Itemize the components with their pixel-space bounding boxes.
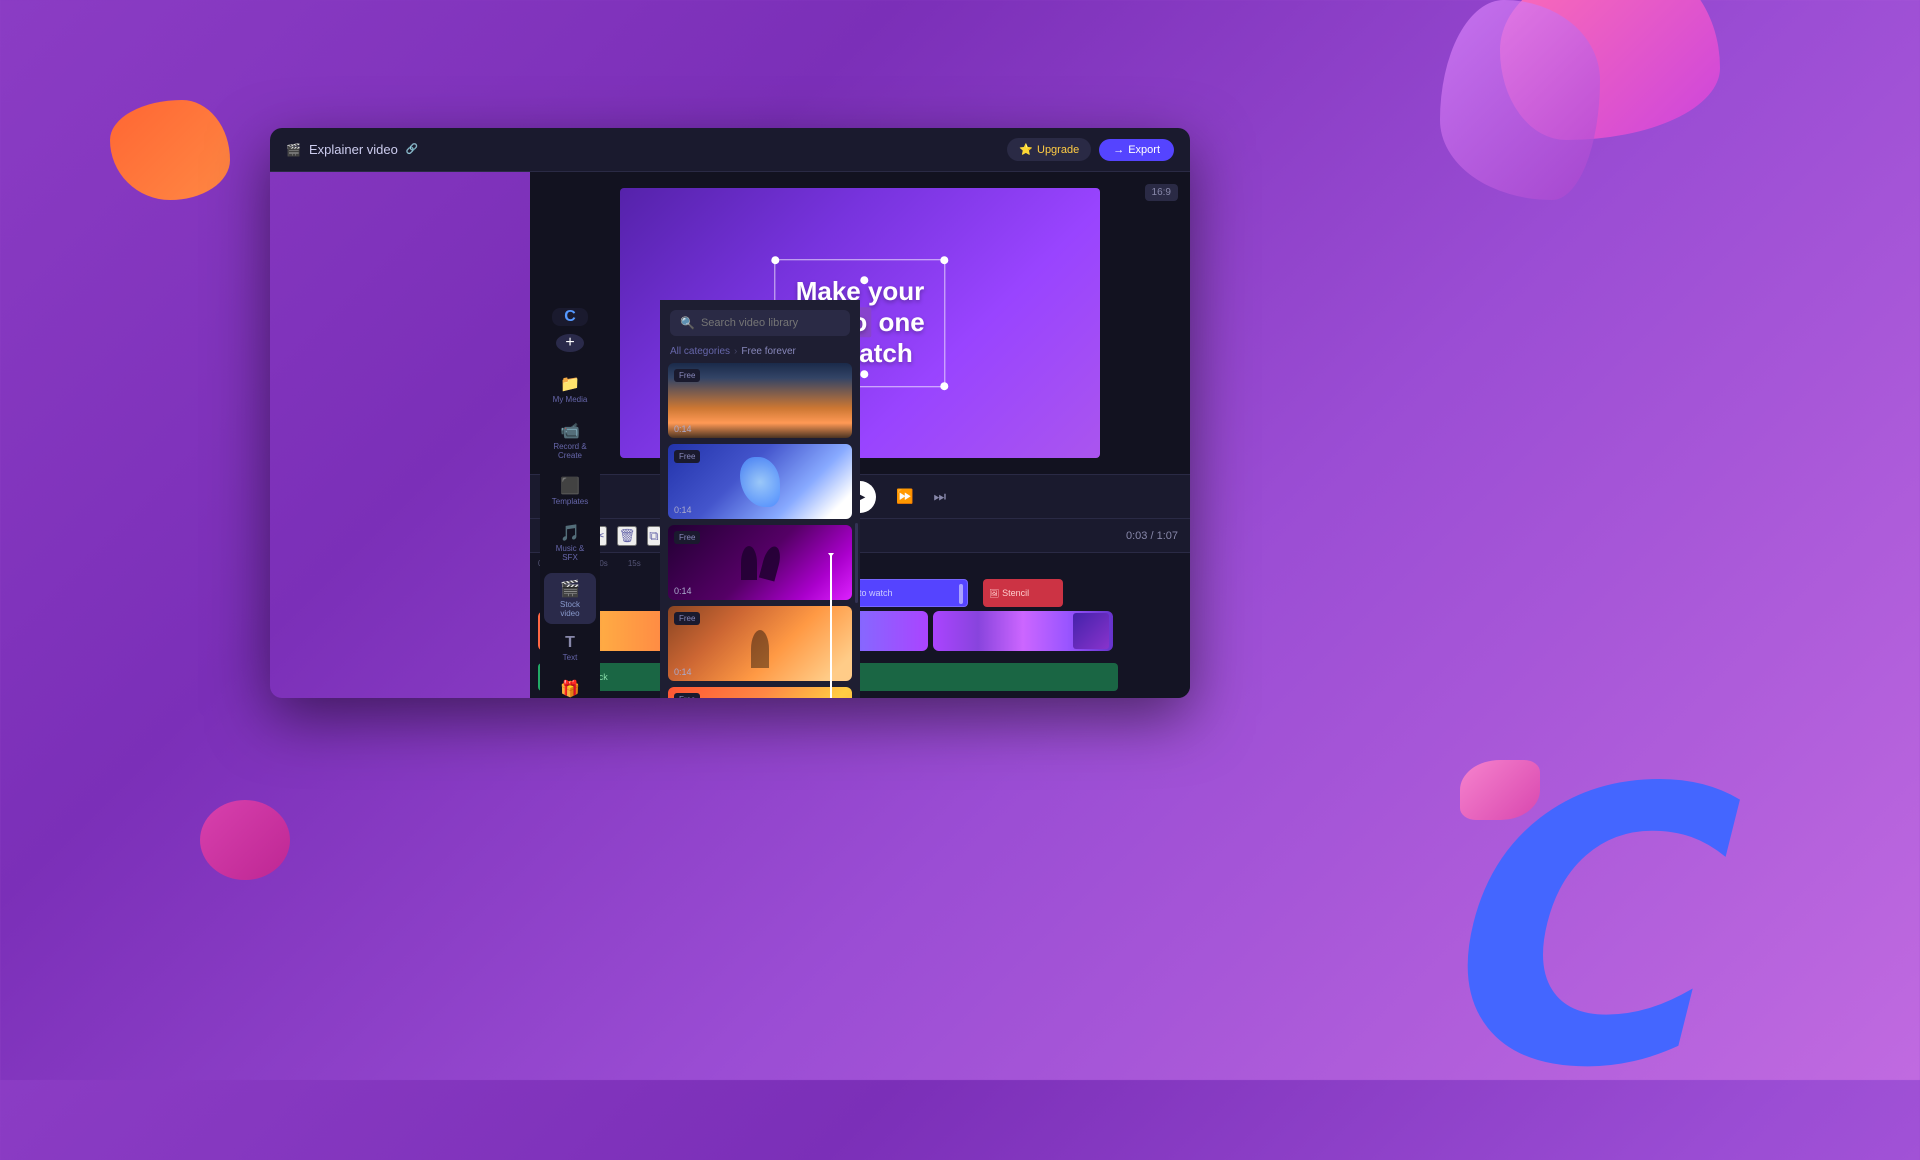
project-name-container: 🎬 Explainer video 🔗 — [286, 142, 418, 157]
music-icon: 🎵 — [560, 523, 580, 543]
track-row-video — [538, 613, 1182, 657]
project-lock-icon: 🔗 — [406, 144, 418, 155]
headline-line2: one — [878, 307, 924, 337]
bg-decoration-3 — [110, 100, 230, 200]
bg-decoration-1 — [1500, 0, 1720, 140]
timeline-content: 0s 5s 10s 15s 20s 25s 30s — [530, 553, 1190, 698]
canvas-area: 16:9 Make your video one to watch — [530, 172, 1190, 474]
duration-4: 0:14 — [674, 667, 692, 677]
templates-label: Templates — [552, 498, 588, 507]
copy-button[interactable]: ⧉ — [647, 526, 660, 546]
music-label: Music & SFX — [548, 545, 592, 563]
record-label: Record &Create — [553, 443, 586, 461]
breadcrumb-separator: › — [734, 346, 737, 357]
skip-to-end-button[interactable]: ⏭ — [933, 488, 946, 505]
editor-body: C + 📁 My Media 📹 Record &Create ⬛ Templa… — [270, 172, 1190, 698]
breadcrumb: All categories › Free forever — [660, 342, 860, 363]
timeline-area: ↩ ↪ ✂ 🗑 ⧉ ❐ 0:03 / 1:07 0s — [530, 518, 1190, 698]
stock-video-icon: 🎬 — [560, 579, 580, 599]
free-badge-2: Free — [674, 450, 700, 463]
sidebar-item-my-media[interactable]: 📁 My Media — [544, 368, 596, 411]
graphics-icon: 🎁 — [560, 679, 580, 698]
playback-bar: ⏮ ⏪ ▶ ⏩ ⏭ — [530, 474, 1190, 518]
header-actions: ⭐ Upgrade → Export — [1007, 138, 1174, 161]
video-clip-2[interactable] — [933, 611, 1113, 651]
breadcrumb-current: Free forever — [741, 346, 795, 357]
stencil-icon: 🖼 — [989, 589, 999, 598]
track-row-text: T Make your video one to watch 🖼 Stencil — [538, 577, 1182, 609]
bg-decoration-2 — [1440, 0, 1600, 200]
video-thumb-1[interactable]: Free 0:14 — [668, 363, 852, 438]
duration-1: 0:14 — [674, 424, 692, 434]
project-icon: 🎬 — [286, 143, 301, 157]
sidebar-item-graphics[interactable]: 🎁 Graphics &elements — [544, 673, 596, 698]
search-box: 🔍 — [670, 310, 850, 336]
sidebar-item-stock-video[interactable]: 🎬 Stockvideo — [544, 573, 596, 625]
sidebar-item-music-sfx[interactable]: 🎵 Music & SFX — [544, 517, 596, 569]
app-logo: C — [552, 308, 588, 326]
free-badge-4: Free — [674, 612, 700, 625]
free-badge-5: Free — [674, 693, 700, 698]
search-container: 🔍 — [660, 300, 860, 342]
clip-handle-right[interactable] — [959, 584, 963, 604]
video-thumb-5[interactable]: Free — [668, 687, 852, 698]
scroll-indicator — [855, 523, 858, 603]
video-thumb-3[interactable]: Free 0:14 — [668, 525, 852, 600]
upgrade-button[interactable]: ⭐ Upgrade — [1007, 138, 1091, 161]
handle-tl — [771, 256, 779, 264]
templates-icon: ⬛ — [560, 476, 580, 496]
free-badge-1: Free — [674, 369, 700, 382]
aspect-ratio-badge: 16:9 — [1145, 182, 1178, 200]
header-bar: 🎬 Explainer video 🔗 ⭐ Upgrade → Export — [270, 128, 1190, 172]
timeline-tracks: T Make your video one to watch 🖼 Stencil — [530, 573, 1190, 698]
sidebar-item-record-create[interactable]: 📹 Record &Create — [544, 415, 596, 467]
record-icon: 📹 — [560, 421, 580, 441]
handle-br — [941, 382, 949, 390]
add-button[interactable]: + — [556, 334, 584, 352]
export-button[interactable]: → Export — [1099, 139, 1174, 161]
timeline-ruler: 0s 5s 10s 15s 20s 25s 30s — [530, 553, 1190, 573]
text-icon: T — [565, 634, 575, 652]
video-thumb-preview-2 — [1073, 613, 1109, 649]
fast-forward-button[interactable]: ⏩ — [896, 488, 913, 505]
free-badge-3: Free — [674, 531, 700, 544]
text-label: Text — [563, 654, 578, 663]
duration-3: 0:14 — [674, 586, 692, 596]
handle-tr — [941, 256, 949, 264]
arrow-icon: → — [1113, 144, 1124, 156]
current-time: 0:03 — [1126, 530, 1147, 542]
stencil-clip[interactable]: 🖼 Stencil — [983, 579, 1063, 607]
video-thumb-2[interactable]: Free 0:14 — [668, 444, 852, 519]
project-name: Explainer video — [309, 142, 398, 157]
delete-button[interactable]: 🗑 — [617, 526, 638, 546]
breadcrumb-root[interactable]: All categories — [670, 346, 730, 357]
logo-letter: C — [564, 308, 576, 326]
star-icon: ⭐ — [1019, 143, 1033, 156]
bg-pink-shape — [1460, 760, 1540, 820]
playhead[interactable] — [830, 553, 832, 698]
my-media-icon: 📁 — [560, 374, 580, 394]
sidebar: C + 📁 My Media 📹 Record &Create ⬛ Templa… — [540, 300, 600, 698]
video-thumb-4[interactable]: Free 0:14 — [668, 606, 852, 681]
main-content: 16:9 Make your video one to watch — [530, 172, 1190, 698]
bg-decoration-4 — [200, 800, 290, 880]
timeline-time: 0:03 / 1:07 — [1126, 530, 1178, 542]
my-media-label: My Media — [553, 396, 588, 405]
stock-video-label: Stockvideo — [560, 601, 580, 619]
editor-window: 🎬 Explainer video 🔗 ⭐ Upgrade → Export C… — [270, 128, 1190, 698]
track-row-music: 🎵 Music track — [538, 661, 1182, 693]
sidebar-item-templates[interactable]: ⬛ Templates — [544, 470, 596, 513]
total-time: 1:07 — [1157, 530, 1178, 542]
search-icon: 🔍 — [680, 316, 695, 330]
timeline-toolbar: ↩ ↪ ✂ 🗑 ⧉ ❐ 0:03 / 1:07 — [530, 519, 1190, 553]
duration-2: 0:14 — [674, 505, 692, 515]
search-input[interactable] — [701, 317, 840, 329]
sidebar-item-text[interactable]: T Text — [544, 628, 596, 669]
stencil-label: Stencil — [1002, 588, 1029, 598]
